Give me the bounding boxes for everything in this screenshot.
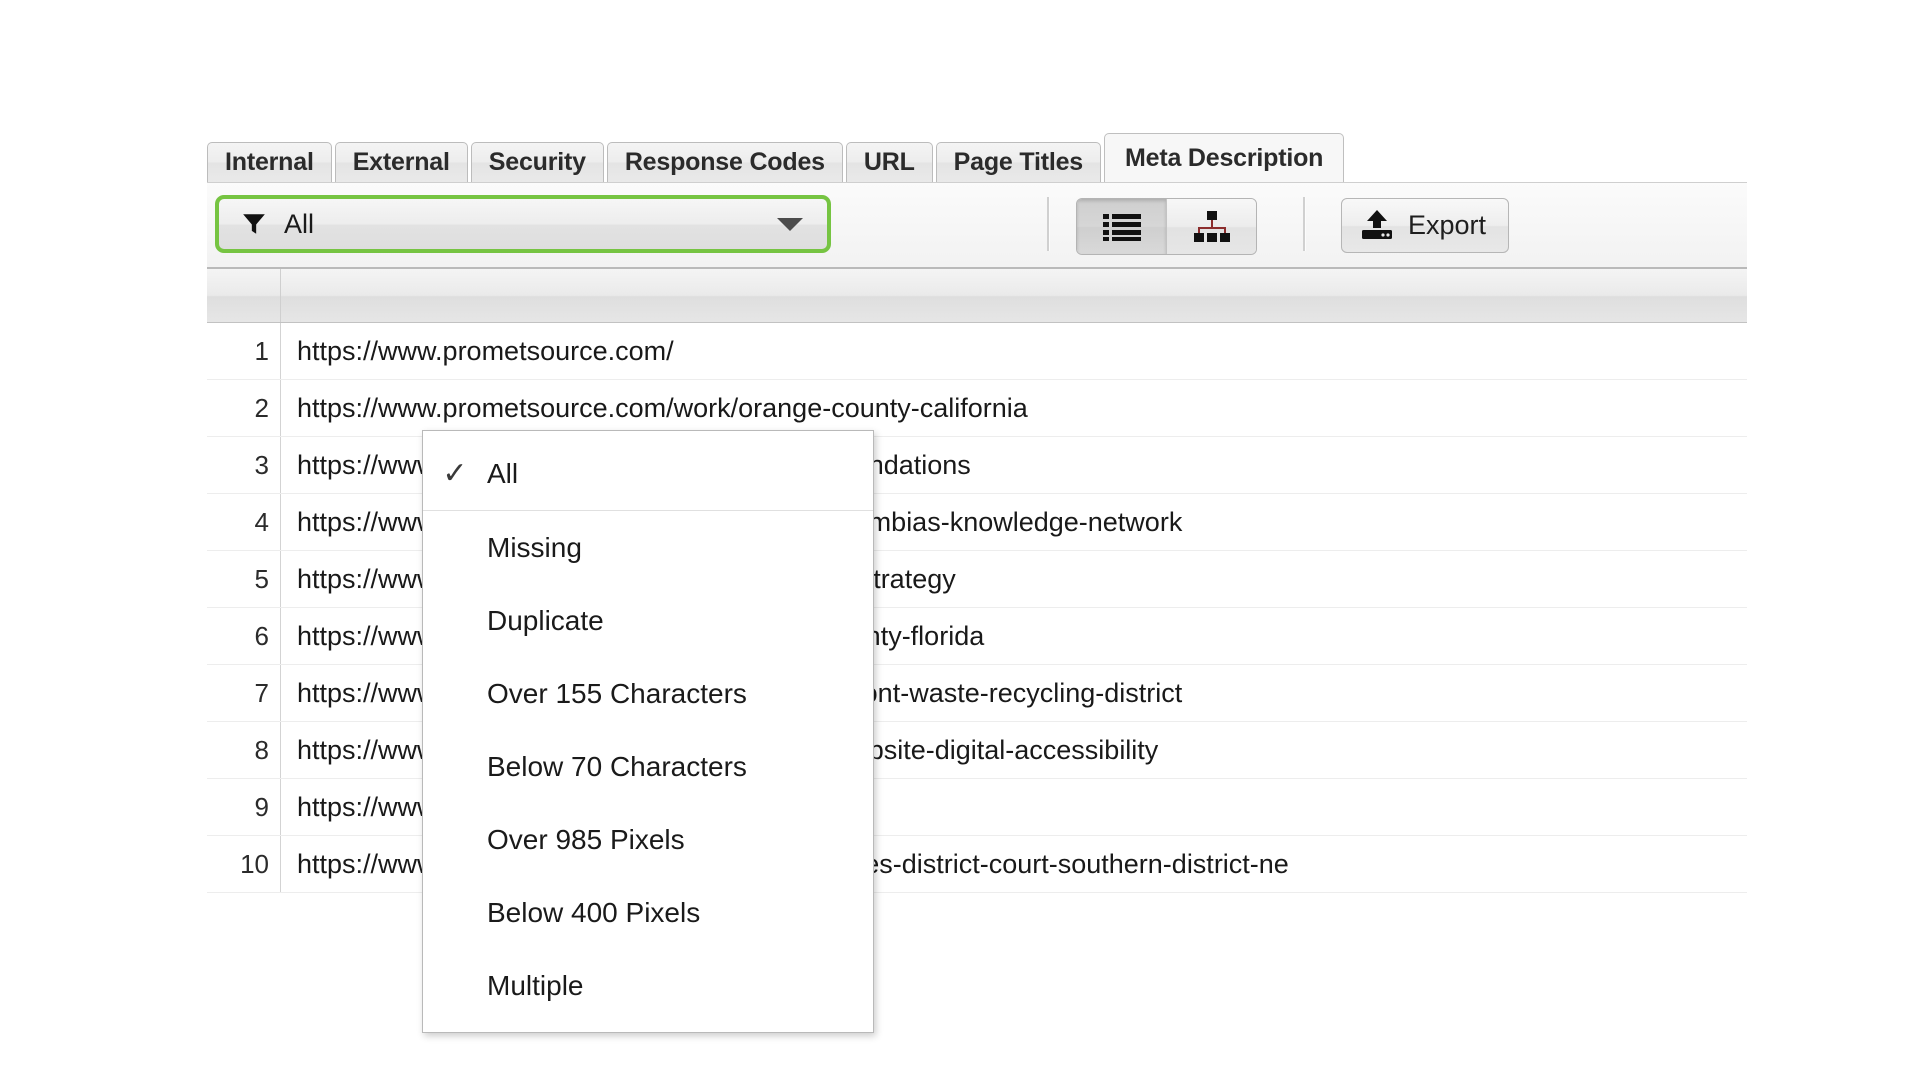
tab-label: Meta Description (1125, 143, 1324, 172)
filter-option-multiple[interactable]: Multiple (423, 949, 873, 1022)
tab-label: URL (863, 148, 915, 176)
table-row[interactable]: 2 https://www.prometsource.com/work/orang… (207, 380, 1747, 437)
row-address-cell: https://www.prometsource.com/work/orange… (297, 392, 1028, 423)
chevron-down-icon[interactable] (777, 217, 803, 231)
row-address-cell: https://www.prometsource.com/ (297, 335, 674, 366)
column-header-index[interactable] (207, 269, 281, 322)
filter-option-label: Multiple (487, 969, 584, 1001)
tab-bar: Internal External Security Response Codes UR… (207, 133, 1747, 182)
tab-internal[interactable]: Internal (207, 142, 332, 182)
row-index-cell: 8 (207, 722, 281, 778)
export-button-label: Export (1408, 210, 1487, 240)
row-index-cell: 3 (207, 437, 281, 493)
filter-toolbar: All Export (207, 182, 1747, 267)
tab-external[interactable]: External (334, 142, 468, 182)
row-index-cell: 6 (207, 608, 281, 664)
table-header-row (207, 269, 1747, 323)
view-mode-group (1076, 198, 1257, 255)
list-view-button[interactable] (1077, 199, 1166, 254)
export-button[interactable]: Export (1341, 198, 1510, 253)
check-icon: ✓ (442, 457, 468, 490)
funnel-icon (243, 214, 265, 234)
filter-option-label: Missing (487, 531, 582, 563)
filter-option-all[interactable]: ✓ All (423, 437, 873, 510)
tab-label: Security (488, 148, 586, 176)
filter-option-label: Over 155 Characters (487, 677, 747, 709)
filter-option-label: Below 70 Characters (487, 750, 747, 782)
row-index-cell: 9 (207, 779, 281, 835)
tab-label: External (352, 148, 450, 176)
row-index-cell: 1 (207, 323, 281, 379)
toolbar-separator-2 (1303, 197, 1306, 251)
list-view-icon (1102, 213, 1141, 241)
row-index-cell: 4 (207, 494, 281, 550)
row-index-cell: 7 (207, 665, 281, 721)
tree-view-icon (1193, 210, 1230, 242)
filter-option-label: All (487, 457, 519, 489)
tab-security[interactable]: Security (470, 142, 604, 182)
toolbar-separator-1 (1047, 197, 1050, 251)
export-upload-icon (1362, 209, 1392, 239)
filter-option-missing[interactable]: Missing (423, 511, 873, 584)
filter-dropdown-combobox[interactable]: All (215, 195, 831, 253)
filter-dropdown-menu[interactable]: ✓ All Missing Duplicate Over 155 Characters B… (422, 430, 874, 1033)
tab-meta-description[interactable]: Meta Description (1104, 133, 1345, 182)
filter-option-duplicate[interactable]: Duplicate (423, 584, 873, 657)
tree-view-button[interactable] (1166, 199, 1256, 254)
filter-selected-value: All (284, 208, 315, 239)
filter-option-below-400-pixels[interactable]: Below 400 Pixels (423, 876, 873, 949)
row-index-cell: 5 (207, 551, 281, 607)
filter-option-below-70-characters[interactable]: Below 70 Characters (423, 730, 873, 803)
row-index-cell: 10 (207, 836, 281, 892)
tab-label: Page Titles (953, 148, 1084, 176)
filter-option-label: Below 400 Pixels (487, 896, 701, 928)
app-root: Internal External Security Response Codes UR… (0, 0, 1920, 1080)
table-row[interactable]: 1 https://www.prometsource.com/ (207, 323, 1747, 380)
column-header-address[interactable] (281, 269, 1747, 322)
filter-option-over-985-pixels[interactable]: Over 985 Pixels (423, 803, 873, 876)
filter-option-label: Duplicate (487, 604, 604, 636)
tab-url[interactable]: URL (845, 142, 933, 182)
seo-spider-window: Internal External Security Response Codes UR… (207, 133, 1747, 1033)
tab-label: Internal (225, 148, 314, 176)
filter-option-over-155-characters[interactable]: Over 155 Characters (423, 657, 873, 730)
filter-option-label: Over 985 Pixels (487, 823, 685, 855)
tab-response-codes[interactable]: Response Codes (606, 142, 843, 182)
tab-page-titles[interactable]: Page Titles (935, 142, 1101, 182)
row-index-cell: 2 (207, 380, 281, 436)
tab-label: Response Codes (624, 148, 825, 176)
